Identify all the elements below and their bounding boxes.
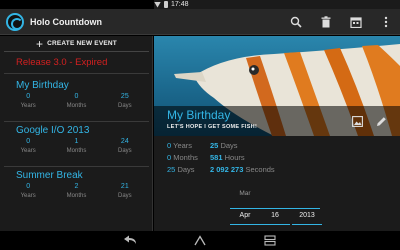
- event-title: Summer Break: [16, 170, 83, 181]
- recent-apps-icon[interactable]: [262, 234, 278, 247]
- year-spinner[interactable]: 2013: [292, 212, 322, 219]
- event-days-value: 21: [120, 183, 129, 190]
- month-previous-value[interactable]: Mar: [230, 190, 260, 197]
- stat-total-seconds: 2 092 273 Seconds: [210, 165, 275, 174]
- wifi-icon: [154, 1, 161, 8]
- app-title: Holo Countdown: [30, 17, 102, 27]
- stat-total-days: 25 Days: [210, 141, 238, 150]
- event-list-panel: + CREATE NEW EVENT Release 3.0 - Expired…: [0, 36, 153, 231]
- picker-divider: [292, 224, 322, 225]
- day-spinner[interactable]: 16: [260, 212, 290, 219]
- event-months-unit: Months: [66, 148, 87, 154]
- picker-divider: [290, 208, 320, 209]
- event-years-value: 0: [26, 183, 31, 190]
- event-days-value: 24: [120, 138, 129, 145]
- edit-icon[interactable]: [374, 114, 388, 128]
- event-years-unit: Years: [20, 103, 36, 109]
- navigation-bar: [0, 231, 400, 250]
- event-years-value: 0: [26, 138, 31, 145]
- picker-divider: [260, 208, 290, 209]
- stat-total-hours: 581 Hours: [210, 153, 245, 162]
- search-icon[interactable]: [288, 14, 304, 30]
- event-cover-image: My Birthday LET'S HOPE I GET SOME FISH!: [154, 36, 400, 136]
- change-image-icon[interactable]: [350, 114, 364, 128]
- expired-event-item[interactable]: Release 3.0 - Expired: [16, 57, 107, 68]
- home-icon[interactable]: [192, 234, 208, 247]
- event-years-value: 0: [26, 93, 31, 100]
- event-months-value: 0: [74, 93, 79, 100]
- list-divider: [4, 166, 149, 167]
- picker-divider: [230, 224, 260, 225]
- overflow-menu-icon[interactable]: [378, 14, 394, 30]
- action-bar: Holo Countdown: [0, 9, 400, 35]
- event-days-value: 25: [120, 93, 129, 100]
- list-divider: [4, 73, 149, 74]
- event-days-unit: Days: [117, 103, 132, 109]
- date-picker: Mar Apr 16 2013: [230, 186, 390, 230]
- plus-icon: +: [36, 36, 44, 51]
- event-title: My Birthday: [16, 80, 69, 91]
- event-title: Google I/O 2013: [16, 125, 90, 136]
- event-days-unit: Days: [117, 193, 132, 199]
- event-months-unit: Months: [66, 193, 87, 199]
- back-icon[interactable]: [122, 234, 138, 247]
- calendar-icon[interactable]: [348, 14, 364, 30]
- delete-icon[interactable]: [318, 14, 334, 30]
- event-years-unit: Years: [20, 148, 36, 154]
- battery-icon: [164, 1, 168, 8]
- create-new-event-button[interactable]: + CREATE NEW EVENT: [4, 36, 149, 52]
- event-detail-subtitle: LET'S HOPE I GET SOME FISH!: [167, 124, 258, 130]
- event-years-unit: Years: [20, 193, 36, 199]
- month-spinner[interactable]: Apr: [230, 212, 260, 219]
- status-time: 17:48: [171, 1, 189, 8]
- event-months-value: 2: [74, 183, 79, 190]
- event-detail-title: My Birthday: [167, 108, 231, 122]
- picker-divider: [260, 224, 290, 225]
- status-bar: 17:48: [0, 0, 400, 9]
- stat-months: 0 Months: [167, 153, 198, 162]
- stat-days: 25 Days: [167, 165, 195, 174]
- event-months-unit: Months: [66, 103, 87, 109]
- create-new-event-label: CREATE NEW EVENT: [47, 40, 117, 47]
- picker-divider: [230, 208, 260, 209]
- app-logo-icon[interactable]: [6, 13, 24, 31]
- stat-years: 0 Years: [167, 141, 193, 150]
- event-days-unit: Days: [117, 148, 132, 154]
- event-months-value: 1: [74, 138, 79, 145]
- list-divider: [4, 121, 149, 122]
- event-detail-panel: My Birthday LET'S HOPE I GET SOME FISH! …: [154, 36, 400, 231]
